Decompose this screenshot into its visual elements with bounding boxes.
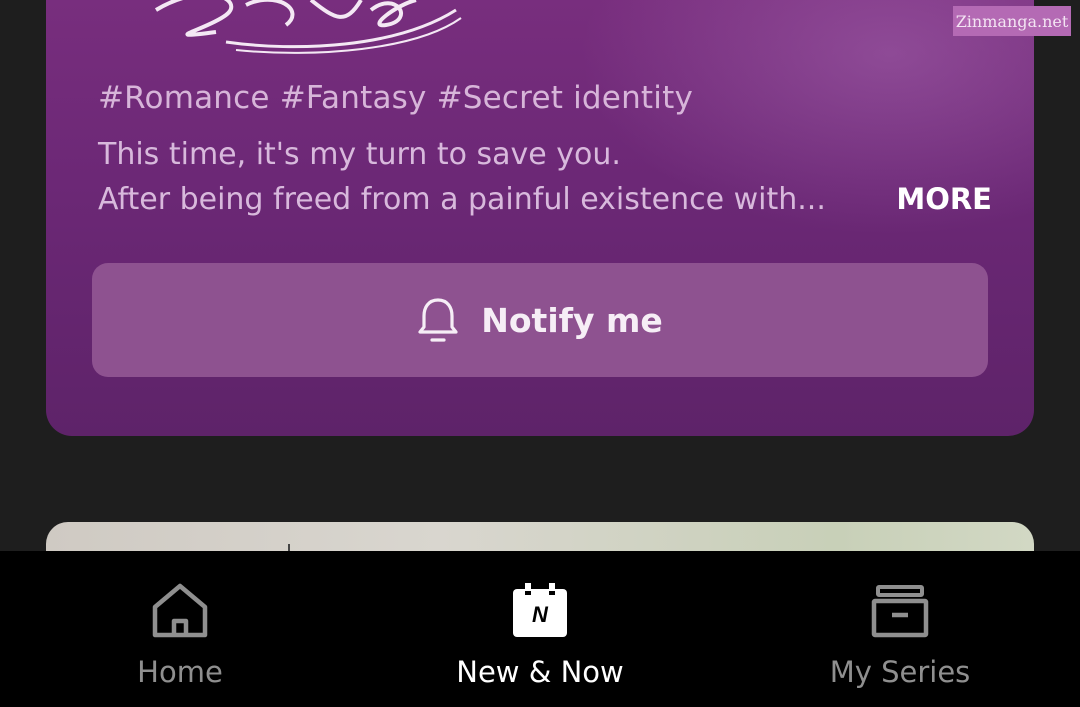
series-description: This time, it's my turn to save you. Aft… bbox=[98, 132, 998, 222]
app-screen: #Romance #Fantasy #Secret identity This … bbox=[0, 0, 1080, 707]
bell-icon bbox=[418, 298, 458, 342]
more-link[interactable]: MORE bbox=[896, 177, 992, 222]
genre-tags: #Romance #Fantasy #Secret identity bbox=[98, 80, 693, 116]
nav-my-series[interactable]: My Series bbox=[720, 551, 1080, 707]
calendar-n-icon: N bbox=[513, 583, 567, 637]
nav-new-and-now[interactable]: N New & Now bbox=[360, 551, 720, 707]
watermark: Zinmanga.net bbox=[953, 6, 1071, 36]
nav-my-series-label: My Series bbox=[829, 655, 971, 689]
description-line-2: After being freed from a painful existen… bbox=[98, 182, 826, 217]
home-icon bbox=[152, 583, 208, 638]
nav-new-and-now-label: New & Now bbox=[456, 655, 624, 689]
description-line-1: This time, it's my turn to save you. bbox=[98, 137, 621, 172]
bottom-navigation: Home N New & Now My Series bbox=[0, 551, 1080, 707]
svg-text:N: N bbox=[532, 602, 549, 627]
series-card[interactable]: #Romance #Fantasy #Secret identity This … bbox=[46, 0, 1034, 436]
archive-box-icon bbox=[871, 585, 929, 638]
notify-me-button[interactable]: Notify me bbox=[92, 263, 988, 377]
description-line-2-row: After being freed from a painful existen… bbox=[98, 177, 998, 222]
notify-me-label: Notify me bbox=[481, 300, 663, 340]
series-title-logo bbox=[154, 0, 462, 54]
nav-home[interactable]: Home bbox=[0, 551, 360, 707]
nav-home-label: Home bbox=[137, 655, 223, 689]
